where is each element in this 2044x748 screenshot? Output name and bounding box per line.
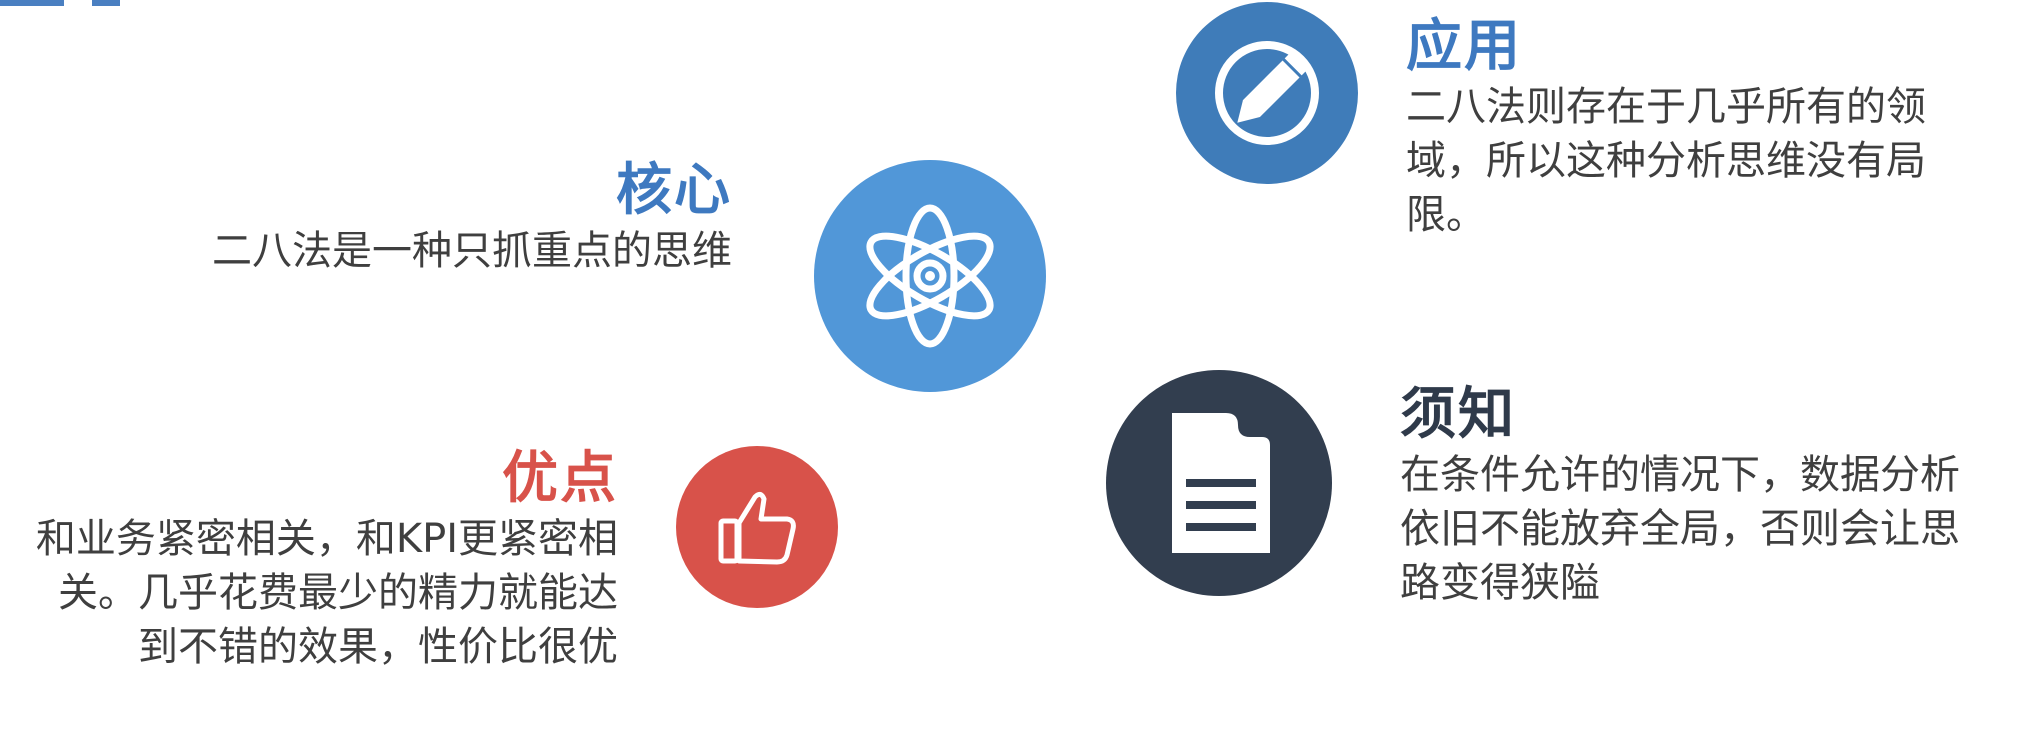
core-text: 二八法是一种只抓重点的思维 (212, 228, 732, 274)
core-block: 核心 二八法是一种只抓重点的思维 (120, 158, 732, 278)
application-title: 应用 (1406, 14, 1522, 79)
notice-text: 在条件允许的情况下，数据分析依旧不能放弃全局，否则会让思路变得狭隘 (1400, 452, 1960, 606)
notice-circle (1106, 370, 1332, 596)
document-icon (1164, 413, 1274, 553)
advantage-text: 和业务紧密相关，和KPI更紧密相关。几乎花费最少的精力就能达到不错的效果，性价比… (35, 516, 618, 670)
notice-block: 须知 在条件允许的情况下，数据分析依旧不能放弃全局，否则会让思路变得狭隘 (1400, 382, 1982, 610)
thumbs-up-icon (715, 485, 799, 569)
advantage-circle (676, 446, 838, 608)
advantage-block: 优点 和业务紧密相关，和KPI更紧密相关。几乎花费最少的精力就能达到不错的效果，… (34, 446, 618, 674)
notice-title: 须知 (1400, 382, 1516, 447)
corner-mark-right (92, 0, 120, 6)
edit-pencil-icon (1209, 35, 1325, 151)
application-circle (1176, 2, 1358, 184)
core-title: 核心 (616, 158, 732, 223)
corner-mark-left (0, 0, 64, 6)
atom-icon (860, 201, 1000, 351)
advantage-title: 优点 (502, 446, 618, 511)
core-circle (814, 160, 1046, 392)
application-text: 二八法则存在于几乎所有的领域，所以这种分析思维没有局限。 (1406, 84, 1926, 238)
application-block: 应用 二八法则存在于几乎所有的领域，所以这种分析思维没有局限。 (1406, 14, 1986, 242)
